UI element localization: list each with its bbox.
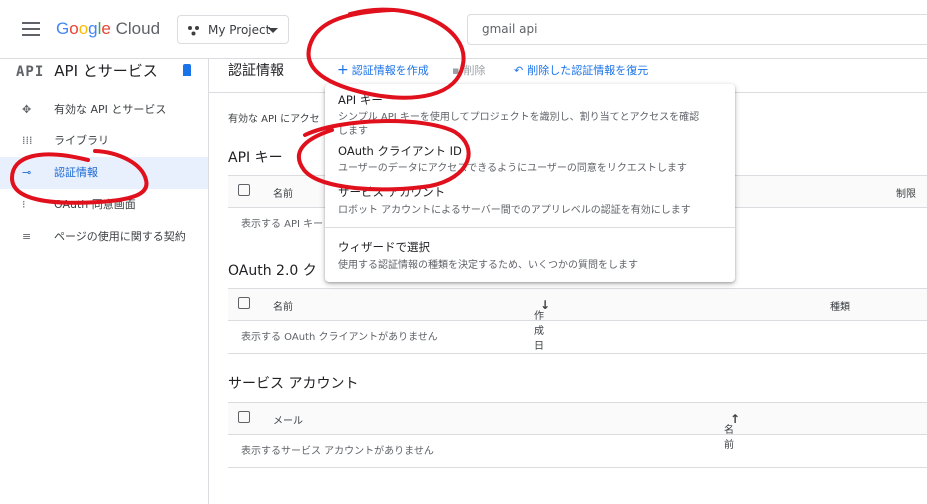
intro-text: 有効な API にアクセ: [228, 114, 320, 125]
library-icon: ⁞⁞⁞: [22, 134, 33, 147]
create-credentials-button[interactable]: + 認証情報を作成: [337, 62, 429, 78]
sidebar-title: API API とサービス: [16, 62, 158, 80]
plus-icon: +: [337, 62, 349, 78]
sidebar-item-enabled-apis[interactable]: ✥ 有効な API とサービス: [0, 94, 208, 126]
select-all-checkbox[interactable]: [238, 297, 250, 309]
divider: [228, 353, 927, 354]
select-all-checkbox[interactable]: [238, 411, 250, 423]
api-keys-title: API キー: [228, 150, 283, 166]
menu-divider: [325, 227, 735, 228]
chevron-down-icon: [268, 28, 278, 33]
service-accounts-title: サービス アカウント: [228, 376, 359, 392]
column-type[interactable]: 種類: [830, 298, 850, 313]
column-name[interactable]: 名前 ↑: [724, 412, 740, 451]
delete-button[interactable]: ▪ 削除: [452, 62, 485, 78]
restore-deleted-button[interactable]: ↶ 削除した認証情報を復元: [514, 62, 648, 78]
key-icon: ⊸: [22, 166, 32, 179]
divider: [228, 467, 927, 468]
column-name[interactable]: 名前: [273, 185, 293, 200]
api-icon: API: [16, 64, 45, 80]
table-header: メール 名前 ↑: [228, 402, 927, 451]
sidebar-item-oauth-consent[interactable]: ⁝ OAuth 同意画面: [0, 189, 208, 221]
pin-icon[interactable]: [183, 64, 191, 76]
sidebar-item-page-usage[interactable]: ≡ ページの使用に関する契約: [0, 221, 208, 253]
project-selector[interactable]: My Project: [177, 15, 289, 44]
table-header: 名前 作成日 ↓ 種類: [228, 288, 927, 352]
project-name: My Project: [208, 23, 271, 37]
menu-icon[interactable]: [22, 22, 40, 36]
column-name[interactable]: 名前: [273, 298, 293, 313]
hub-icon: ✥: [22, 103, 32, 116]
select-all-checkbox[interactable]: [238, 184, 250, 196]
project-icon: [188, 26, 199, 36]
settings-list-icon: ≡: [22, 230, 32, 243]
empty-message: 表示するサービス アカウントがありません: [241, 446, 434, 457]
empty-message: 表示する OAuth クライアントがありません: [241, 332, 438, 343]
consent-icon: ⁝: [22, 198, 26, 211]
sidebar-item-library[interactable]: ⁞⁞⁞ ライブラリ: [0, 125, 208, 157]
oauth-title: OAuth 2.0 ク: [228, 263, 317, 279]
column-created[interactable]: 作成日 ↓: [534, 298, 550, 352]
column-mail[interactable]: メール: [273, 412, 303, 427]
undo-icon: ↶: [514, 64, 524, 77]
column-limit[interactable]: 制限: [896, 185, 916, 200]
create-credentials-menu: API キー シンプル API キーを使用してプロジェクトを識別し、割り当てとア…: [325, 84, 735, 282]
google-cloud-logo[interactable]: Google Cloud: [56, 19, 160, 39]
sidebar-item-credentials[interactable]: ⊸ 認証情報: [0, 157, 208, 189]
trash-icon: ▪: [452, 64, 460, 77]
page-title: 認証情報: [228, 63, 284, 79]
empty-message: 表示する API キー: [241, 219, 324, 230]
search-input[interactable]: gmail api: [467, 14, 927, 45]
